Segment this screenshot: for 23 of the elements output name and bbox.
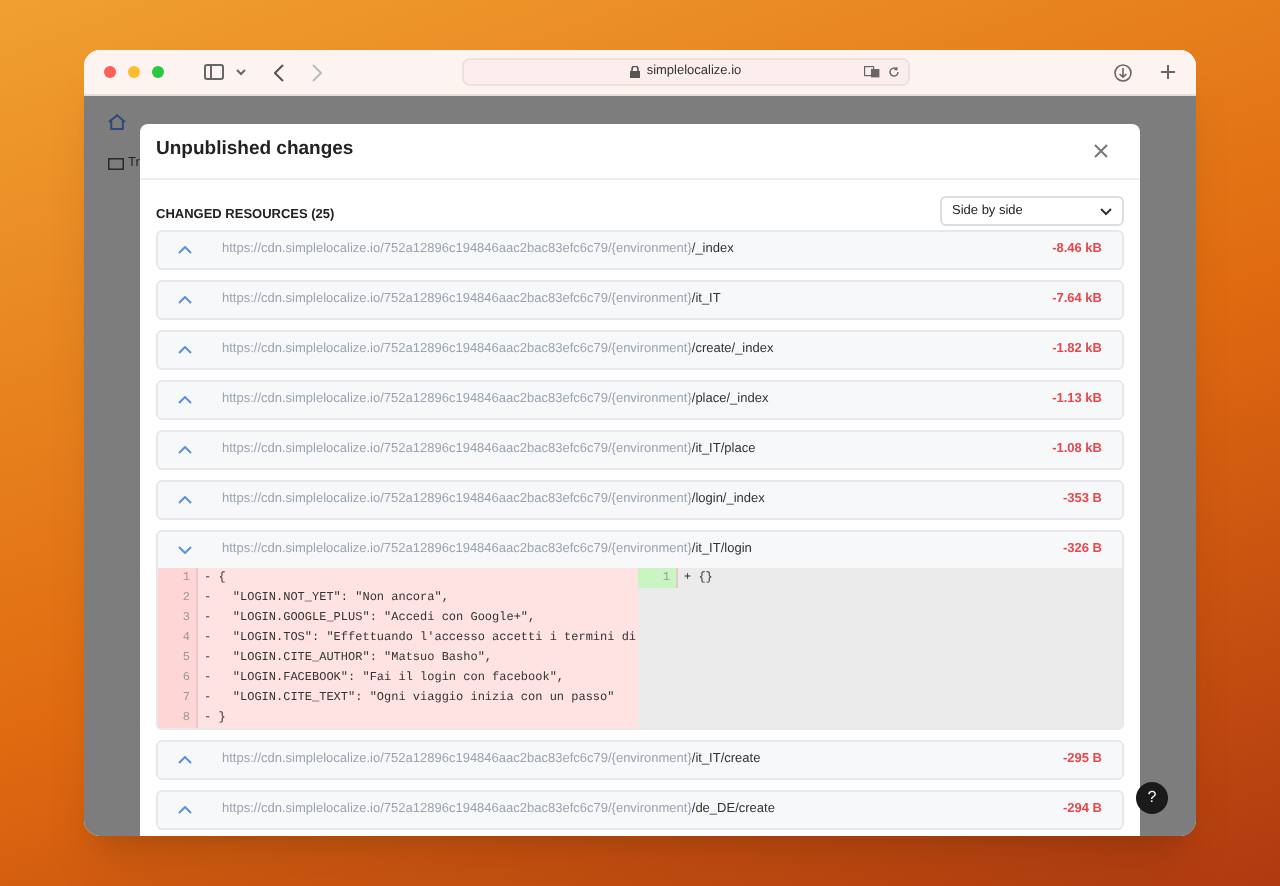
lock-icon <box>630 66 641 78</box>
translate-icon[interactable] <box>864 66 880 78</box>
chevron-up-icon <box>178 396 194 404</box>
chevron-up-icon <box>178 756 194 764</box>
chevron-up-icon <box>178 496 194 504</box>
back-icon[interactable] <box>274 63 284 81</box>
download-icon[interactable] <box>1114 63 1132 81</box>
chevron-down-icon[interactable] <box>236 68 246 76</box>
plus-icon[interactable] <box>1160 64 1176 80</box>
help-button[interactable]: ? <box>1136 782 1168 814</box>
close-icon[interactable] <box>1094 144 1108 158</box>
chevron-up-icon <box>178 246 194 254</box>
chevron-up-icon <box>178 446 194 454</box>
chevron-down-icon <box>1100 207 1112 215</box>
reload-icon[interactable] <box>888 66 900 78</box>
modal-title: Unpublished changes <box>156 136 354 165</box>
card-icon <box>108 157 124 170</box>
sidebar-icon[interactable] <box>204 64 224 80</box>
chevron-up-icon <box>178 806 194 814</box>
chevron-up-icon <box>178 346 194 354</box>
chevron-up-icon <box>178 296 194 304</box>
close-window-icon[interactable] <box>104 66 116 78</box>
chevron-down-icon <box>178 546 194 554</box>
